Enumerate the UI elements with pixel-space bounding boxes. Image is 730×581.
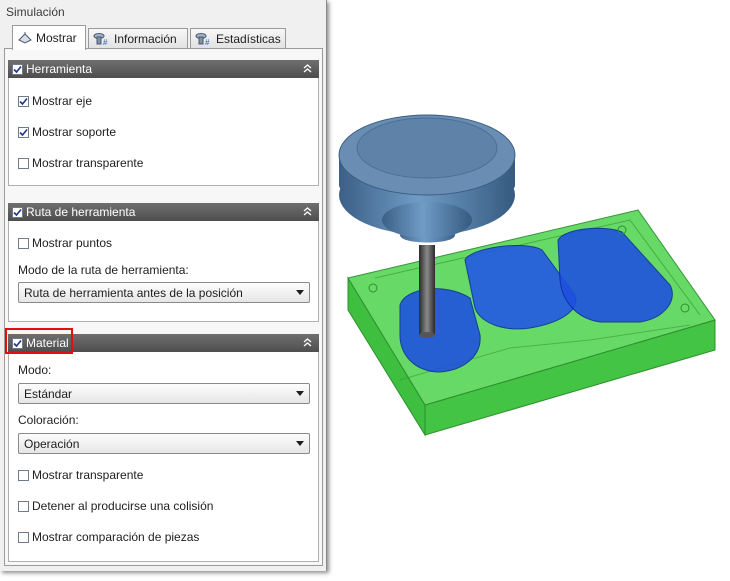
- mostrar-eje-option[interactable]: Mostrar eje: [18, 94, 92, 108]
- option-label: Mostrar eje: [32, 94, 93, 108]
- checkmark-icon: [13, 208, 22, 216]
- option-label: Mostrar puntos: [32, 236, 113, 250]
- mostrar-soporte-option[interactable]: Mostrar soporte: [18, 125, 116, 139]
- section-herramienta: Herramienta Mostrar eje Mostrar soporte …: [8, 60, 319, 186]
- section-material: Material Modo: Estándar Coloración: Oper…: [8, 334, 319, 562]
- section-ruta-header[interactable]: Ruta de herramienta: [8, 203, 319, 221]
- herramienta-checkbox[interactable]: [12, 63, 23, 75]
- checkbox[interactable]: [18, 469, 29, 481]
- ruta-checkbox[interactable]: [12, 206, 23, 218]
- panel-title: Simulación: [6, 5, 65, 19]
- tab-mostrar-label: Mostrar: [36, 31, 77, 45]
- section-material-body: Modo: Estándar Coloración: Operación Mos…: [8, 352, 319, 562]
- tab-mostrar[interactable]: Mostrar: [12, 25, 86, 50]
- checkbox[interactable]: [18, 531, 29, 543]
- collapse-chevron-icon[interactable]: [302, 337, 313, 348]
- tab-estadisticas[interactable]: # Estadísticas: [190, 28, 286, 48]
- display-icon: [18, 32, 32, 44]
- tab-informacion[interactable]: # Información: [88, 28, 188, 48]
- coloracion-label: Coloración:: [18, 413, 79, 427]
- modo-ruta-dropdown[interactable]: Ruta de herramienta antes de la posición: [18, 282, 310, 303]
- collapse-chevron-icon[interactable]: [302, 63, 313, 74]
- checkbox[interactable]: [18, 500, 29, 512]
- svg-text:#: #: [103, 38, 108, 46]
- tab-estadisticas-label: Estadísticas: [216, 31, 281, 46]
- section-title: Ruta de herramienta: [26, 205, 136, 219]
- section-ruta-body: Mostrar puntos Modo de la ruta de herram…: [8, 221, 319, 322]
- material-transparente-option[interactable]: Mostrar transparente: [18, 468, 143, 482]
- svg-text:#: #: [205, 38, 210, 46]
- section-herramienta-body: Mostrar eje Mostrar soporte Mostrar tran…: [8, 78, 319, 186]
- option-label: Detener al producirse una colisión: [32, 499, 214, 513]
- checkbox[interactable]: [18, 95, 29, 107]
- option-label: Mostrar transparente: [32, 468, 144, 482]
- tab-informacion-label: Información: [114, 31, 177, 46]
- section-title: Herramienta: [26, 62, 93, 76]
- dropdown-arrow-icon: [296, 290, 304, 295]
- section-herramienta-header[interactable]: Herramienta: [8, 60, 319, 78]
- option-label: Mostrar transparente: [32, 156, 144, 170]
- dropdown-arrow-icon: [296, 441, 304, 446]
- mostrar-transparente-option[interactable]: Mostrar transparente: [18, 156, 143, 170]
- detener-colision-option[interactable]: Detener al producirse una colisión: [18, 499, 213, 513]
- info-tool-icon: #: [93, 32, 108, 46]
- checkbox[interactable]: [18, 237, 29, 249]
- coloracion-dropdown[interactable]: Operación: [18, 433, 310, 454]
- checkbox[interactable]: [18, 126, 29, 138]
- comparacion-piezas-option[interactable]: Mostrar comparación de piezas: [18, 530, 199, 544]
- dropdown-value: Operación: [24, 436, 80, 451]
- stats-tool-icon: #: [195, 32, 210, 46]
- modo-dropdown[interactable]: Estándar: [18, 383, 310, 404]
- checkmark-icon: [19, 128, 28, 136]
- dropdown-arrow-icon: [296, 391, 304, 396]
- checkmark-icon: [19, 97, 28, 105]
- modo-label: Modo:: [18, 363, 52, 377]
- dropdown-value: Estándar: [24, 386, 73, 401]
- checkbox[interactable]: [18, 157, 29, 169]
- modo-ruta-label: Modo de la ruta de herramienta:: [18, 263, 189, 277]
- simulation-panel: Simulación Mostrar # Información # Estad…: [0, 0, 327, 571]
- simulation-viewport[interactable]: [330, 60, 730, 480]
- section-ruta-herramienta: Ruta de herramienta Mostrar puntos Modo …: [8, 203, 319, 322]
- checkmark-icon: [13, 65, 22, 73]
- dropdown-value: Ruta de herramienta antes de la posición: [24, 285, 243, 300]
- mostrar-puntos-option[interactable]: Mostrar puntos: [18, 236, 112, 250]
- collapse-chevron-icon[interactable]: [302, 206, 313, 217]
- option-label: Mostrar comparación de piezas: [32, 530, 200, 544]
- material-highlight-box: [5, 328, 73, 354]
- option-label: Mostrar soporte: [32, 125, 117, 139]
